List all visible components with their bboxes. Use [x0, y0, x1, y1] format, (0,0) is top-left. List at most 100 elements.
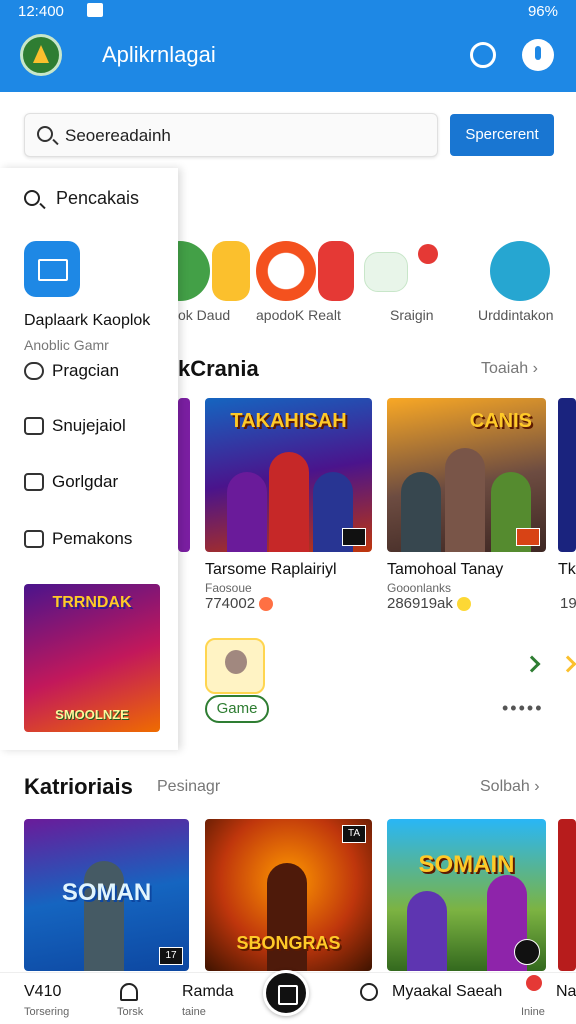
game-rating-value: 286919ak: [387, 595, 453, 612]
category-card[interactable]: SOMAIN: [387, 819, 546, 971]
play-icon[interactable]: [256, 241, 316, 301]
search-input[interactable]: Seoereadainh: [24, 113, 438, 157]
nav-item-sub: Inine: [521, 1006, 545, 1018]
search-button[interactable]: Spercerent: [450, 114, 554, 156]
game-avatar-icon[interactable]: [205, 638, 265, 694]
mail-icon: [87, 3, 103, 17]
chevron-right-icon[interactable]: [559, 655, 576, 673]
nav-item-sub: Torsering: [24, 1006, 70, 1018]
drawer-promo-card[interactable]: TRRNDAK SMOOLNZE: [24, 584, 160, 732]
search-value: Seoereadainh: [65, 126, 171, 145]
drawer-item-label: Pemakons: [52, 529, 133, 548]
game-name: Tarsome Raplairiyl: [205, 561, 337, 578]
bell-icon[interactable]: [120, 983, 138, 1001]
game-card-partial-left[interactable]: [178, 398, 190, 552]
game-name: Tamohoal Tanay: [387, 561, 504, 578]
category-card[interactable]: SOMAN 17: [24, 819, 189, 971]
character-figure: [269, 452, 309, 552]
sheets-icon[interactable]: [364, 252, 408, 292]
drawer-item-label: Gorlgdar: [52, 472, 119, 491]
nav-item-sub: Torsk: [117, 1006, 144, 1018]
game-art-title: CANIS: [469, 410, 532, 432]
game-rating: 774002: [205, 595, 274, 612]
category-art-title: SOMAIN: [418, 851, 515, 878]
see-all-link[interactable]: Toaiah ›: [481, 360, 538, 378]
battery-label: 96%: [527, 3, 558, 20]
game-card[interactable]: CANIS: [387, 398, 546, 552]
category-card-partial[interactable]: [558, 819, 576, 971]
nav-item-label[interactable]: V410: [24, 983, 61, 1001]
game-art-title: TAKAHISAH: [230, 410, 347, 432]
game-rating-value: 774002: [205, 595, 256, 612]
badge-label: 17: [159, 947, 183, 965]
refresh-icon[interactable]: [470, 42, 496, 68]
drawer-app-sub: Anoblic Gamr: [24, 337, 109, 353]
app-header: 12:400 96% Aplikrnlagai: [0, 0, 576, 92]
character-figure: [445, 448, 485, 552]
side-drawer: Pencakais Daplaark Kaoplok Anoblic Gamr …: [0, 168, 178, 750]
character-figure: [84, 861, 124, 971]
notification-badge-icon[interactable]: [526, 975, 542, 991]
category-art-title: SOMAN: [61, 879, 152, 906]
category-card[interactable]: SBONGRAS TA: [205, 819, 372, 971]
square-icon: [24, 473, 44, 491]
badge-icon: [342, 528, 366, 546]
app-icon-yellow[interactable]: [212, 241, 250, 301]
badge-label: TA: [342, 825, 366, 843]
app-label: Urddintakon: [478, 307, 554, 323]
game-card[interactable]: TAKAHISAH: [205, 398, 372, 552]
app-label: ok Daud: [178, 307, 231, 323]
microphone-icon[interactable]: [522, 39, 554, 71]
promo-subtitle: SMOOLNZE: [55, 707, 129, 722]
chevron-right-icon[interactable]: [523, 655, 541, 673]
mail-icon[interactable]: [24, 241, 80, 297]
camera-icon: [514, 939, 540, 965]
book-icon: [24, 530, 44, 548]
category-art-title: SBONGRAS: [236, 933, 341, 953]
app-logo-icon: [20, 34, 62, 76]
link-icon[interactable]: [490, 241, 550, 301]
drawer-app-heading: Daplaark Kaoplok: [24, 312, 151, 329]
drawer-item-label: Pragcian: [52, 361, 120, 380]
nav-item-label[interactable]: Ramda: [182, 983, 234, 1001]
character-figure: [407, 891, 447, 971]
drawer-search-label: Pencakais: [56, 188, 140, 208]
see-all-label: Solbah: [480, 778, 530, 795]
fire-icon: [259, 597, 274, 612]
game-rating: 19: [560, 595, 576, 612]
nav-item-sub: taine: [182, 1006, 206, 1018]
game-developer: Faosoue: [205, 581, 252, 595]
see-all-label: Toaiah: [481, 360, 529, 377]
section-title: Katrioriais: [24, 774, 133, 799]
app-label: apodoK Realt: [256, 307, 341, 323]
more-dots-icon[interactable]: •••••: [502, 698, 544, 719]
app-icon-red[interactable]: [318, 241, 354, 301]
game-rating: 286919ak: [387, 595, 471, 612]
emoji-icon: [456, 597, 471, 612]
game-developer: Gooonlanks: [387, 581, 452, 595]
status-bar: 12:400 96%: [0, 0, 576, 24]
game-name: Tk: [558, 561, 576, 578]
nav-item-label[interactable]: Myaakal Saeah: [392, 983, 502, 1001]
search-icon: [37, 126, 53, 142]
character-figure: [267, 863, 307, 971]
nav-item-label[interactable]: Na: [556, 983, 576, 1001]
link-icon: [24, 362, 44, 380]
search-icon: [24, 190, 40, 206]
app-label: Sraigin: [390, 307, 434, 323]
game-card-partial-right[interactable]: [558, 398, 576, 552]
promo-title: TRRNDAK: [52, 594, 132, 611]
search-icon[interactable]: [360, 983, 378, 1001]
badge-icon: [516, 528, 540, 546]
section-subtitle: Pesinagr: [157, 778, 221, 795]
map-pin-icon[interactable]: [418, 244, 438, 264]
home-book-button[interactable]: [263, 970, 309, 1016]
character-figure: [401, 472, 441, 552]
app-title: Aplikrnlagai: [102, 42, 216, 67]
see-all-link[interactable]: Solbah ›: [480, 778, 540, 796]
drawer-item-label: Snujejaiol: [52, 416, 126, 435]
character-figure: [227, 472, 267, 552]
window-icon: [24, 417, 44, 435]
game-button[interactable]: Game: [205, 695, 269, 723]
section-title: kCrania: [178, 356, 259, 381]
